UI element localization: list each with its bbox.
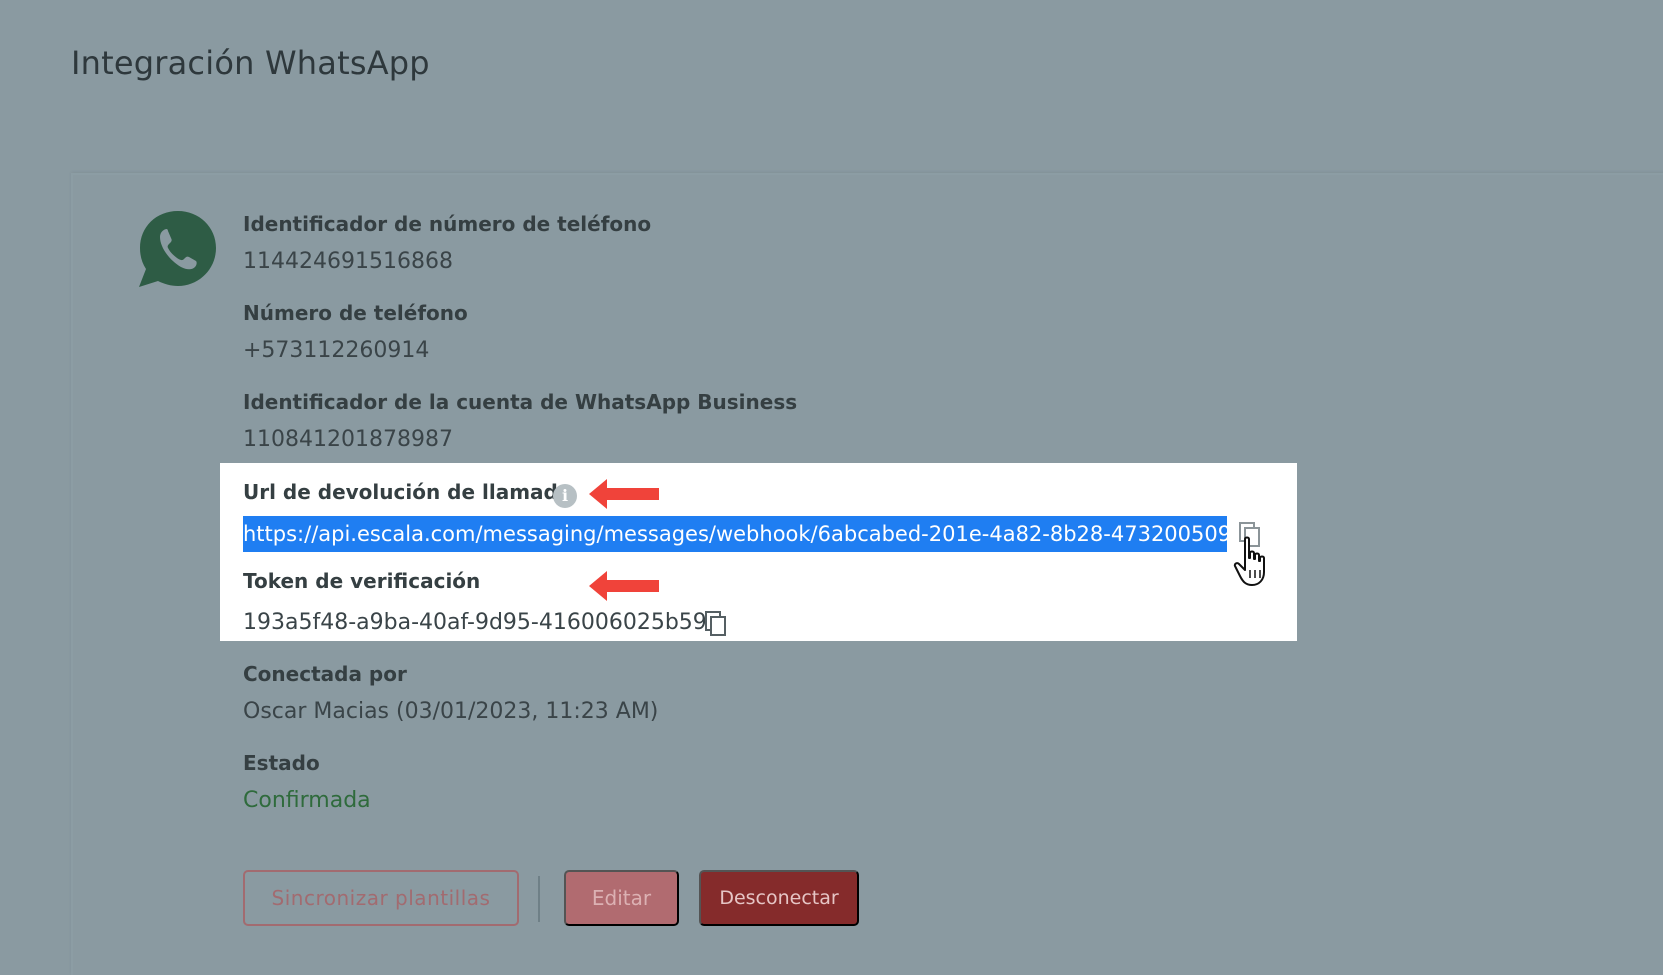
status-value: Confirmada [243,788,371,813]
phone-id-value: 114424691516868 [243,249,453,274]
button-divider [538,876,540,922]
waba-id-label: Identificador de la cuenta de WhatsApp B… [243,390,798,414]
info-icon[interactable]: i [553,484,577,508]
callback-url-label: Url de devolución de llamada [243,480,572,504]
phone-number-label: Número de teléfono [243,301,468,325]
connected-by-value: Oscar Macias (03/01/2023, 11:23 AM) [243,699,659,724]
whatsapp-logo-icon [139,211,216,287]
waba-id-value: 110841201878987 [243,427,453,452]
phone-number-value: +573112260914 [243,338,430,363]
verification-token-label: Token de verificación [243,569,481,593]
phone-id-label: Identificador de número de teléfono [243,212,652,236]
disconnect-button[interactable]: Desconectar [699,870,859,926]
copy-icon[interactable] [705,611,727,637]
sync-templates-button[interactable]: Sincronizar plantillas [243,870,519,926]
edit-button[interactable]: Editar [564,870,679,926]
status-label: Estado [243,751,320,775]
red-arrow-icon [589,479,659,509]
connected-by-label: Conectada por [243,662,407,686]
red-arrow-icon [589,571,659,601]
callback-url-value[interactable]: https://api.escala.com/messaging/message… [243,516,1227,552]
page-title: Integración WhatsApp [71,44,430,82]
verification-token-value[interactable]: 193a5f48-a9ba-40af-9d95-416006025b59 [243,610,707,635]
hand-cursor-icon [1233,536,1265,586]
